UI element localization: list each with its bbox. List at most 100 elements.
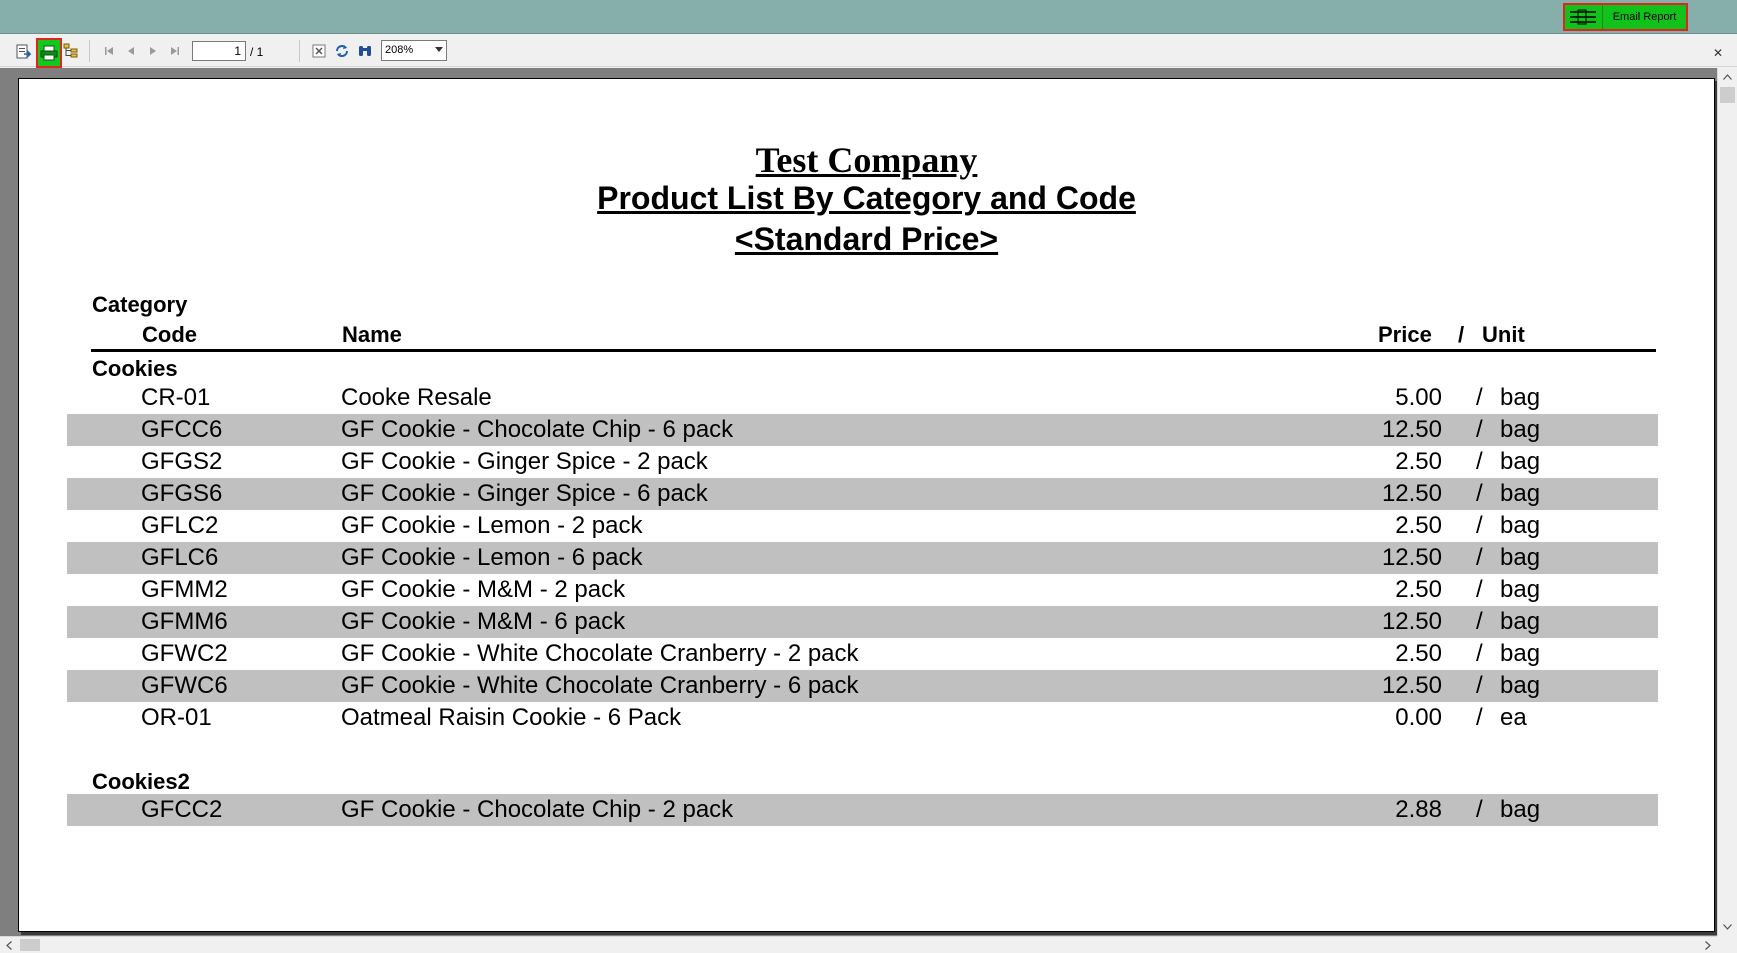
report-viewer: Test Company Product List By Category an… xyxy=(0,68,1737,953)
row-slash: / xyxy=(1476,544,1483,571)
chevron-down-icon xyxy=(435,47,443,52)
row-code: GFCC2 xyxy=(141,796,223,823)
row-code: GFGS2 xyxy=(141,448,223,475)
row-unit: bag xyxy=(1500,416,1541,443)
report-company: Test Company xyxy=(755,140,978,180)
row-unit: ea xyxy=(1500,704,1527,731)
row-price: 12.50 xyxy=(1381,416,1442,443)
row-name: GF Cookie - Lemon - 6 pack xyxy=(341,544,643,571)
table-row: GFCC6 GF Cookie - Chocolate Chip - 6 pac… xyxy=(67,414,1658,446)
header-unit: Unit xyxy=(1482,322,1525,347)
row-unit: bag xyxy=(1500,384,1541,411)
row-price: 0.00 xyxy=(1395,704,1442,731)
stop-icon[interactable] xyxy=(309,41,329,61)
row-slash: / xyxy=(1476,576,1483,603)
row-unit: bag xyxy=(1500,576,1541,603)
table-row: GFGS6 GF Cookie - Ginger Spice - 6 pack … xyxy=(67,478,1658,510)
row-code: GFLC2 xyxy=(141,512,219,539)
row-price: 12.50 xyxy=(1381,480,1442,507)
zoom-select[interactable]: 208% xyxy=(381,40,447,61)
row-price: 2.50 xyxy=(1395,640,1442,667)
table-row: OR-01 Oatmeal Raisin Cookie - 6 Pack 0.0… xyxy=(67,702,1658,734)
row-price: 2.50 xyxy=(1395,448,1442,475)
email-report-group: Email Report xyxy=(1563,3,1688,31)
next-page-icon[interactable] xyxy=(143,41,163,61)
row-unit: bag xyxy=(1500,608,1541,635)
page-number-input[interactable]: 1 xyxy=(192,41,246,61)
row-slash: / xyxy=(1476,640,1483,667)
row-unit: bag xyxy=(1500,640,1541,667)
header-divider xyxy=(91,349,1656,352)
table-row: GFWC2 GF Cookie - White Chocolate Cranbe… xyxy=(67,638,1658,670)
report-toolbar: 1 / 1 208% ✕ xyxy=(0,35,1737,68)
toolbar-separator xyxy=(299,40,300,62)
horizontal-scrollbar[interactable] xyxy=(0,936,1717,953)
row-code: GFWC6 xyxy=(141,672,228,699)
row-unit: bag xyxy=(1500,672,1541,699)
header-name: Name xyxy=(342,322,402,347)
prev-page-icon[interactable] xyxy=(121,41,141,61)
vertical-scroll-thumb[interactable] xyxy=(1720,87,1735,103)
row-name: GF Cookie - Ginger Spice - 6 pack xyxy=(341,480,708,507)
row-code: CR-01 xyxy=(141,384,211,411)
scroll-left-icon[interactable] xyxy=(0,937,18,953)
table-row: GFLC2 GF Cookie - Lemon - 2 pack 2.50 / … xyxy=(67,510,1658,542)
row-slash: / xyxy=(1476,448,1483,475)
row-name: GF Cookie - Chocolate Chip - 2 pack xyxy=(341,796,734,823)
email-list-icon[interactable] xyxy=(1565,5,1603,29)
header-price: Price xyxy=(1378,322,1432,347)
row-price: 2.50 xyxy=(1395,512,1442,539)
row-code: GFCC6 xyxy=(141,416,223,443)
zoom-value: 208% xyxy=(385,44,414,56)
row-unit: bag xyxy=(1500,480,1541,507)
row-slash: / xyxy=(1476,480,1483,507)
first-page-icon[interactable] xyxy=(99,41,119,61)
row-unit: bag xyxy=(1500,512,1541,539)
header-category: Category xyxy=(92,292,188,317)
group-header: Cookies2 xyxy=(92,769,190,794)
table-row: GFWC6 GF Cookie - White Chocolate Cranbe… xyxy=(67,670,1658,702)
group-tree-icon[interactable] xyxy=(61,41,81,61)
row-code: GFWC2 xyxy=(141,640,228,667)
scroll-right-icon[interactable] xyxy=(1699,937,1717,953)
table-row: CR-01 Cooke Resale 5.00 / bag xyxy=(67,382,1658,414)
row-name: GF Cookie - M&M - 2 pack xyxy=(341,576,626,603)
row-unit: bag xyxy=(1500,544,1541,571)
vertical-scrollbar[interactable] xyxy=(1717,68,1737,936)
scroll-up-icon[interactable] xyxy=(1718,68,1737,86)
row-slash: / xyxy=(1476,512,1483,539)
scroll-down-icon[interactable] xyxy=(1718,918,1737,936)
row-name: GF Cookie - White Chocolate Cranberry - … xyxy=(341,640,859,667)
table-row: GFCC2 GF Cookie - Chocolate Chip - 2 pac… xyxy=(67,794,1658,826)
row-code: GFGS6 xyxy=(141,480,223,507)
binoculars-icon[interactable] xyxy=(355,41,375,61)
refresh-icon[interactable] xyxy=(332,41,352,61)
last-page-icon[interactable] xyxy=(165,41,185,61)
row-code: GFMM6 xyxy=(141,608,228,635)
table-row: GFGS2 GF Cookie - Ginger Spice - 2 pack … xyxy=(67,446,1658,478)
row-slash: / xyxy=(1476,672,1483,699)
row-unit: bag xyxy=(1500,448,1541,475)
row-code: GFLC6 xyxy=(141,544,219,571)
report-subtitle: <Standard Price> xyxy=(734,221,999,257)
row-price: 5.00 xyxy=(1395,384,1442,411)
top-banner: Email Report xyxy=(0,0,1737,34)
toolbar-separator xyxy=(89,40,90,62)
row-name: GF Cookie - Lemon - 2 pack xyxy=(341,512,643,539)
email-report-button[interactable]: Email Report xyxy=(1603,11,1686,23)
header-slash: / xyxy=(1458,322,1465,347)
row-slash: / xyxy=(1476,796,1483,823)
table-row: GFLC6 GF Cookie - Lemon - 6 pack 12.50 /… xyxy=(67,542,1658,574)
row-name: GF Cookie - White Chocolate Cranberry - … xyxy=(341,672,859,699)
page-total: / 1 xyxy=(250,45,264,59)
export-icon[interactable] xyxy=(13,41,33,61)
row-unit: bag xyxy=(1500,796,1541,823)
row-name: Oatmeal Raisin Cookie - 6 Pack xyxy=(341,704,682,731)
print-icon[interactable] xyxy=(36,38,62,68)
row-slash: / xyxy=(1476,416,1483,443)
table-row: GFMM2 GF Cookie - M&M - 2 pack 2.50 / ba… xyxy=(67,574,1658,606)
row-name: Cooke Resale xyxy=(341,384,492,411)
close-icon[interactable]: ✕ xyxy=(1713,46,1723,60)
row-slash: / xyxy=(1476,384,1483,411)
horizontal-scroll-thumb[interactable] xyxy=(20,939,40,951)
